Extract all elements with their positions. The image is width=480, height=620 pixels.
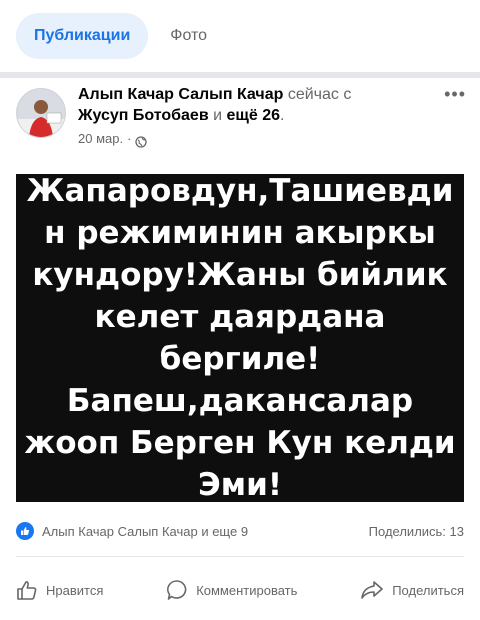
post-date[interactable]: 20 мар. <box>78 128 123 149</box>
like-button[interactable]: Нравится <box>16 570 103 610</box>
reactors-text[interactable]: Алып Качар Салып Качар и еще 9 <box>42 524 248 539</box>
comment-icon <box>167 580 187 600</box>
post-author-info: Алып Качар Салып Качар сейчас с Жусуп Бо… <box>78 84 418 149</box>
share-arrow-icon <box>361 581 384 599</box>
like-reaction-icon <box>16 522 34 540</box>
tab-publications[interactable]: Публикации <box>16 13 149 59</box>
more-options-icon[interactable]: ••• <box>444 84 466 105</box>
globe-icon <box>135 133 148 148</box>
section-divider <box>0 72 480 78</box>
post-status: сейчас с <box>287 86 352 103</box>
tagged-person[interactable]: Жусуп Ботобаев <box>78 107 209 124</box>
tagged-more[interactable]: ещё 26 <box>227 107 281 124</box>
share-button[interactable]: Поделиться <box>360 570 464 610</box>
trailing-dot: . <box>280 107 285 124</box>
share-label: Поделиться <box>392 582 464 598</box>
post-header: Алып Качар Салып Качар сейчас с Жусуп Бо… <box>16 84 466 164</box>
author-avatar[interactable] <box>16 88 66 138</box>
profile-tabs: Публикации Фото <box>16 12 207 60</box>
post-actions: Нравится Комментировать Поделиться <box>16 570 464 610</box>
meta-separator: · <box>127 131 132 146</box>
and-word: и <box>213 107 223 124</box>
like-label: Нравится <box>46 582 104 598</box>
post-image[interactable]: Жапаровдун,Ташиевди н режиминин акыркы к… <box>16 173 464 503</box>
post-stats: Алып Качар Салып Качар и еще 9 Поделилис… <box>16 520 464 544</box>
comment-button[interactable]: Комментировать <box>166 570 297 610</box>
post-image-text: Жапаровдун,Ташиевди н режиминин акыркы к… <box>24 173 456 503</box>
shares-count[interactable]: Поделились: 13 <box>369 524 464 539</box>
thumbs-up-icon <box>17 581 37 600</box>
comment-label: Комментировать <box>196 582 298 598</box>
tab-photos[interactable]: Фото <box>170 27 207 45</box>
stats-divider <box>16 556 464 557</box>
author-name[interactable]: Алып Качар Салып Качар <box>78 86 283 103</box>
avatar-image <box>17 89 65 137</box>
